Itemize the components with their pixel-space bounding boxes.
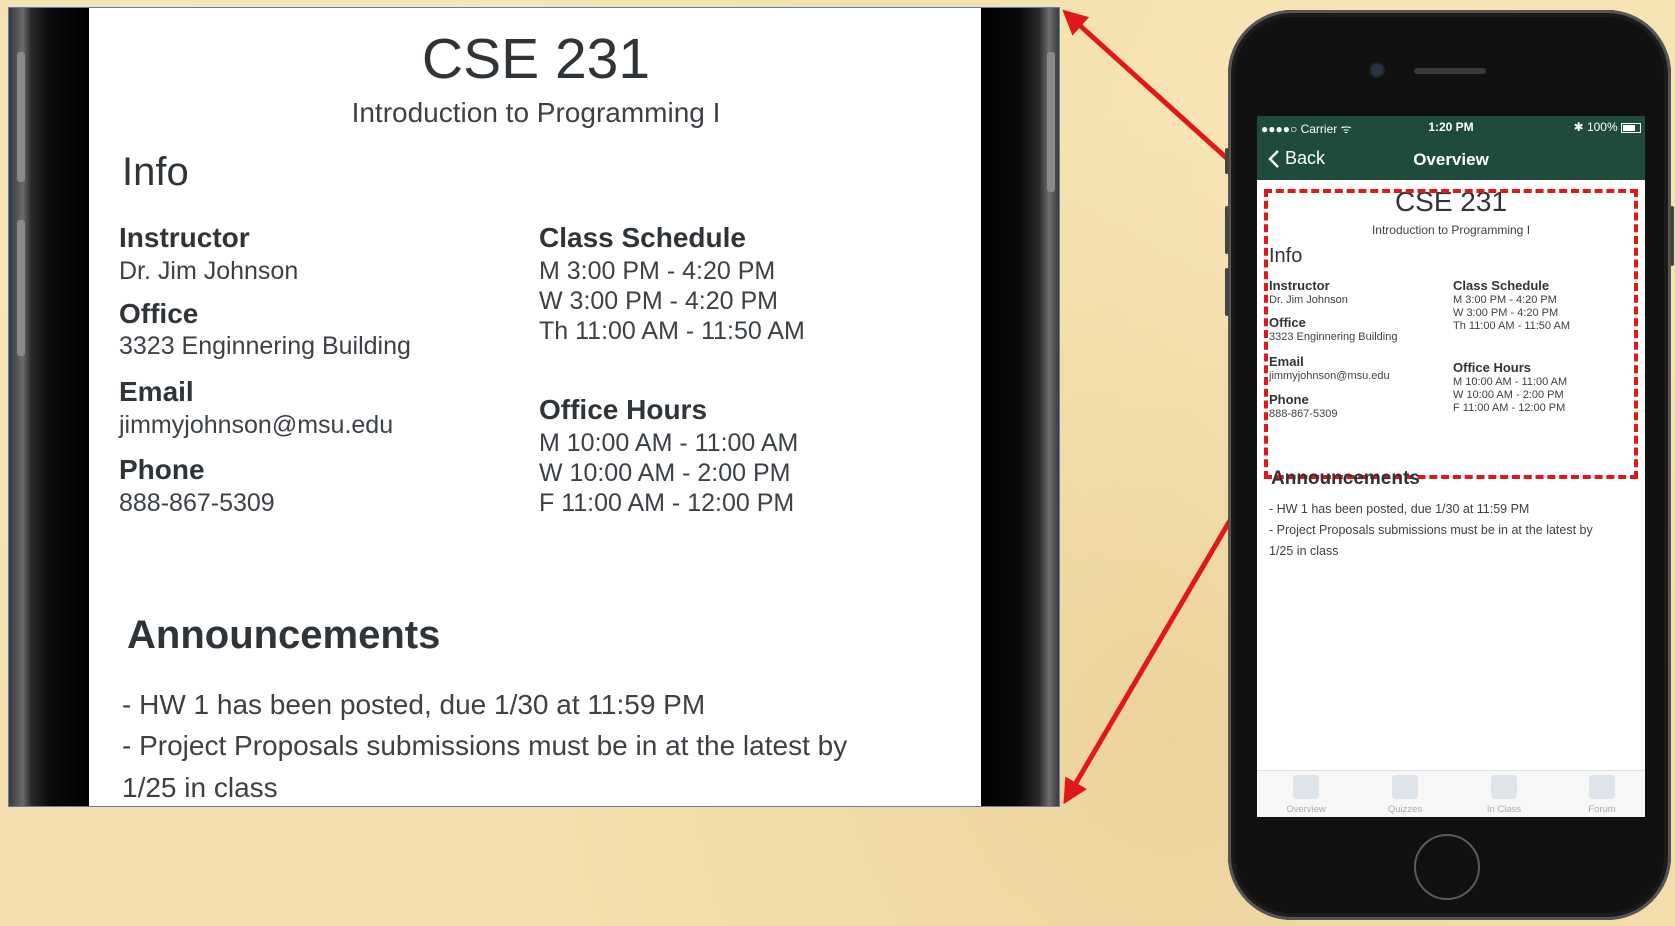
earpiece-speaker [1414, 68, 1486, 74]
phone-bezel-left [9, 8, 89, 806]
instructor-value: Dr. Jim Johnson [119, 257, 299, 285]
zoomed-view-panel: CSE 231 Introduction to Programming I In… [8, 7, 1060, 807]
nav-title: Overview [1413, 150, 1489, 169]
schedule-line: W 3:00 PM - 4:20 PM [539, 287, 778, 315]
phone-bezel-right [981, 8, 1059, 806]
email-value[interactable]: jimmyjohnson@msu.edu [119, 411, 393, 440]
email-label: Email [119, 376, 194, 407]
course-name: Introduction to Programming I [351, 97, 721, 128]
home-button[interactable] [1414, 834, 1480, 900]
announcement-line: 1/25 in class [1269, 544, 1339, 558]
battery-status: ✱ 100% [1574, 120, 1641, 134]
phone-label: Phone [119, 454, 205, 485]
volume-up-button [1225, 206, 1229, 254]
iphone-mockup: ●●●●○ Carrier ᯤ 1:20 PM ✱ 100% Back Over… [1225, 10, 1674, 920]
office-value: 3323 Enginnering Building [119, 332, 411, 360]
announcements-heading: Announcements [1271, 468, 1420, 489]
volume-down-button [17, 220, 25, 356]
announcement-line: - Project Proposals submissions must be … [1269, 523, 1593, 537]
tab-forum[interactable]: Forum [1567, 775, 1637, 815]
power-button [1670, 206, 1674, 266]
quizzes-icon [1392, 775, 1418, 799]
announcement-line: 1/25 in class [122, 772, 278, 803]
overview-icon [1293, 775, 1319, 799]
tab-label: Overview [1286, 804, 1326, 815]
announcements-heading: Announcements [127, 613, 441, 657]
status-bar: ●●●●○ Carrier ᯤ 1:20 PM ✱ 100% [1257, 116, 1645, 138]
navigation-bar: Back Overview [1257, 138, 1645, 180]
office-hours-label: Office Hours [539, 394, 708, 425]
tab-in-class[interactable]: In Class [1469, 775, 1539, 815]
in-class-icon [1491, 775, 1517, 799]
phone-screen: ●●●●○ Carrier ᯤ 1:20 PM ✱ 100% Back Over… [1257, 116, 1645, 817]
schedule-label: Class Schedule [539, 222, 746, 253]
volume-up-button [17, 52, 25, 182]
info-heading: Info [122, 150, 189, 194]
office-hours-line: F 11:00 AM - 12:00 PM [539, 489, 795, 517]
tab-overview[interactable]: Overview [1271, 775, 1341, 815]
tab-label: In Class [1486, 804, 1522, 815]
tab-bar: Overview Quizzes In Class Forum [1257, 770, 1645, 817]
highlight-box [1264, 189, 1638, 479]
tab-label: Quizzes [1387, 804, 1423, 815]
office-hours-line: W 10:00 AM - 2:00 PM [539, 459, 791, 487]
office-hours-line: M 10:00 AM - 11:00 AM [539, 429, 799, 457]
forum-icon [1589, 775, 1615, 799]
volume-down-button [1225, 268, 1229, 316]
course-code: CSE 231 [421, 27, 651, 91]
zoomed-screen: CSE 231 Introduction to Programming I In… [89, 8, 983, 806]
power-button [1047, 52, 1055, 192]
battery-percent: ✱ 100% [1573, 120, 1618, 134]
front-camera [1371, 64, 1383, 76]
announcement-line: - HW 1 has been posted, due 1/30 at 11:5… [122, 689, 706, 720]
schedule-line: Th 11:00 AM - 11:50 AM [539, 317, 805, 345]
instructor-label: Instructor [119, 222, 250, 253]
mute-switch [1225, 148, 1229, 174]
announcement-line: - Project Proposals submissions must be … [122, 730, 848, 761]
office-label: Office [119, 298, 199, 329]
tab-label: Forum [1588, 804, 1616, 815]
phone-value[interactable]: 888-867-5309 [119, 489, 275, 518]
schedule-line: M 3:00 PM - 4:20 PM [539, 257, 776, 285]
tab-quizzes[interactable]: Quizzes [1370, 775, 1440, 815]
announcement-line: - HW 1 has been posted, due 1/30 at 11:5… [1269, 502, 1530, 516]
battery-icon [1621, 122, 1641, 133]
